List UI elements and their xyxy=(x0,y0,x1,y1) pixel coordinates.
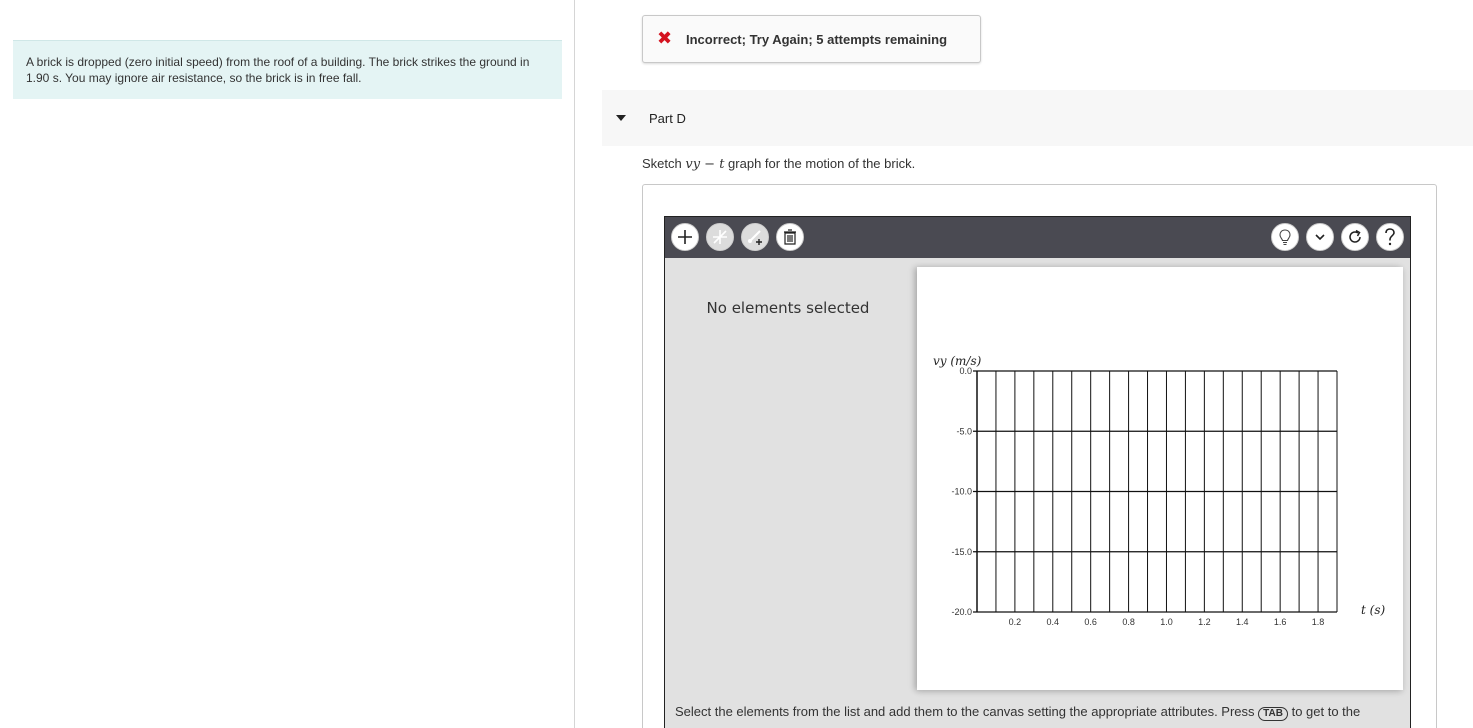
help-icon[interactable] xyxy=(1376,223,1404,251)
tab-key: TAB xyxy=(1258,707,1288,721)
caret-down-icon[interactable] xyxy=(616,115,626,121)
feedback-message: Incorrect; Try Again; 5 attempts remaini… xyxy=(686,31,948,47)
problem-intro: A brick is dropped (zero initial speed) … xyxy=(13,40,562,99)
graph-tool: No elements selected 0.0 -5.0 -10.0 -15.0 -2… xyxy=(664,216,1411,728)
x-icon: ✖ xyxy=(657,28,673,49)
instruction-pre: Select the elements from the list and ad… xyxy=(675,704,1259,719)
reset-icon[interactable] xyxy=(1341,223,1369,251)
graph-canvas[interactable]: 0.0 -5.0 -10.0 -15.0 -20.0 0.2 0.4 0.6 0.8 1.0 1.2… xyxy=(917,267,1403,690)
part-header[interactable]: Part D xyxy=(602,90,1473,146)
x-tick-label: 0.6 xyxy=(1084,617,1097,627)
lightbulb-icon[interactable] xyxy=(1271,223,1299,251)
x-tick-label: 1.8 xyxy=(1312,617,1325,627)
x-tick-label: 1.0 xyxy=(1160,617,1173,627)
x-tick-label: 1.6 xyxy=(1274,617,1287,627)
question-text: Sketch vy − t graph for the motion of th… xyxy=(642,156,915,172)
slash-icon[interactable] xyxy=(706,223,734,251)
x-tick-label: 0.4 xyxy=(1047,617,1060,627)
instruction-text: Select the elements from the list and ad… xyxy=(675,704,1360,721)
y-tick-label: -10.0 xyxy=(951,487,972,497)
x-tick-label: 0.2 xyxy=(1009,617,1022,627)
question-post: graph for the motion of the brick. xyxy=(724,156,916,171)
instruction-post: to get to the xyxy=(1287,704,1361,719)
problem-pane: A brick is dropped (zero initial speed) … xyxy=(0,0,575,728)
y-axis-label: vy (m/s) xyxy=(933,354,982,368)
problem-text: A brick is dropped (zero initial speed) … xyxy=(26,55,530,85)
trash-icon[interactable] xyxy=(776,223,804,251)
x-tick-label: 1.2 xyxy=(1198,617,1211,627)
x-tick-label: 0.8 xyxy=(1122,617,1135,627)
selection-status: No elements selected xyxy=(706,299,870,317)
x-tick-label: 1.4 xyxy=(1236,617,1249,627)
y-tick-label: -20.0 xyxy=(951,607,972,617)
graph-toolbar xyxy=(665,217,1410,258)
y-tick-label: -5.0 xyxy=(956,426,972,436)
chevron-down-icon[interactable] xyxy=(1306,223,1334,251)
x-axis-label: t (s) xyxy=(1361,603,1385,617)
question-math: vy − t xyxy=(685,157,725,172)
add-icon[interactable] xyxy=(671,223,699,251)
question-pre: Sketch xyxy=(642,156,686,171)
y-tick-label: -15.0 xyxy=(951,547,972,557)
feedback-banner: ✖ Incorrect; Try Again; 5 attempts remai… xyxy=(642,15,981,63)
add-point-icon[interactable] xyxy=(741,223,769,251)
vy-t-chart[interactable]: 0.0-5.0-10.0-15.0-20.00.2 0.4 0.6 0.8 1.0 1.2… xyxy=(917,267,1403,690)
part-title: Part D xyxy=(649,110,686,126)
